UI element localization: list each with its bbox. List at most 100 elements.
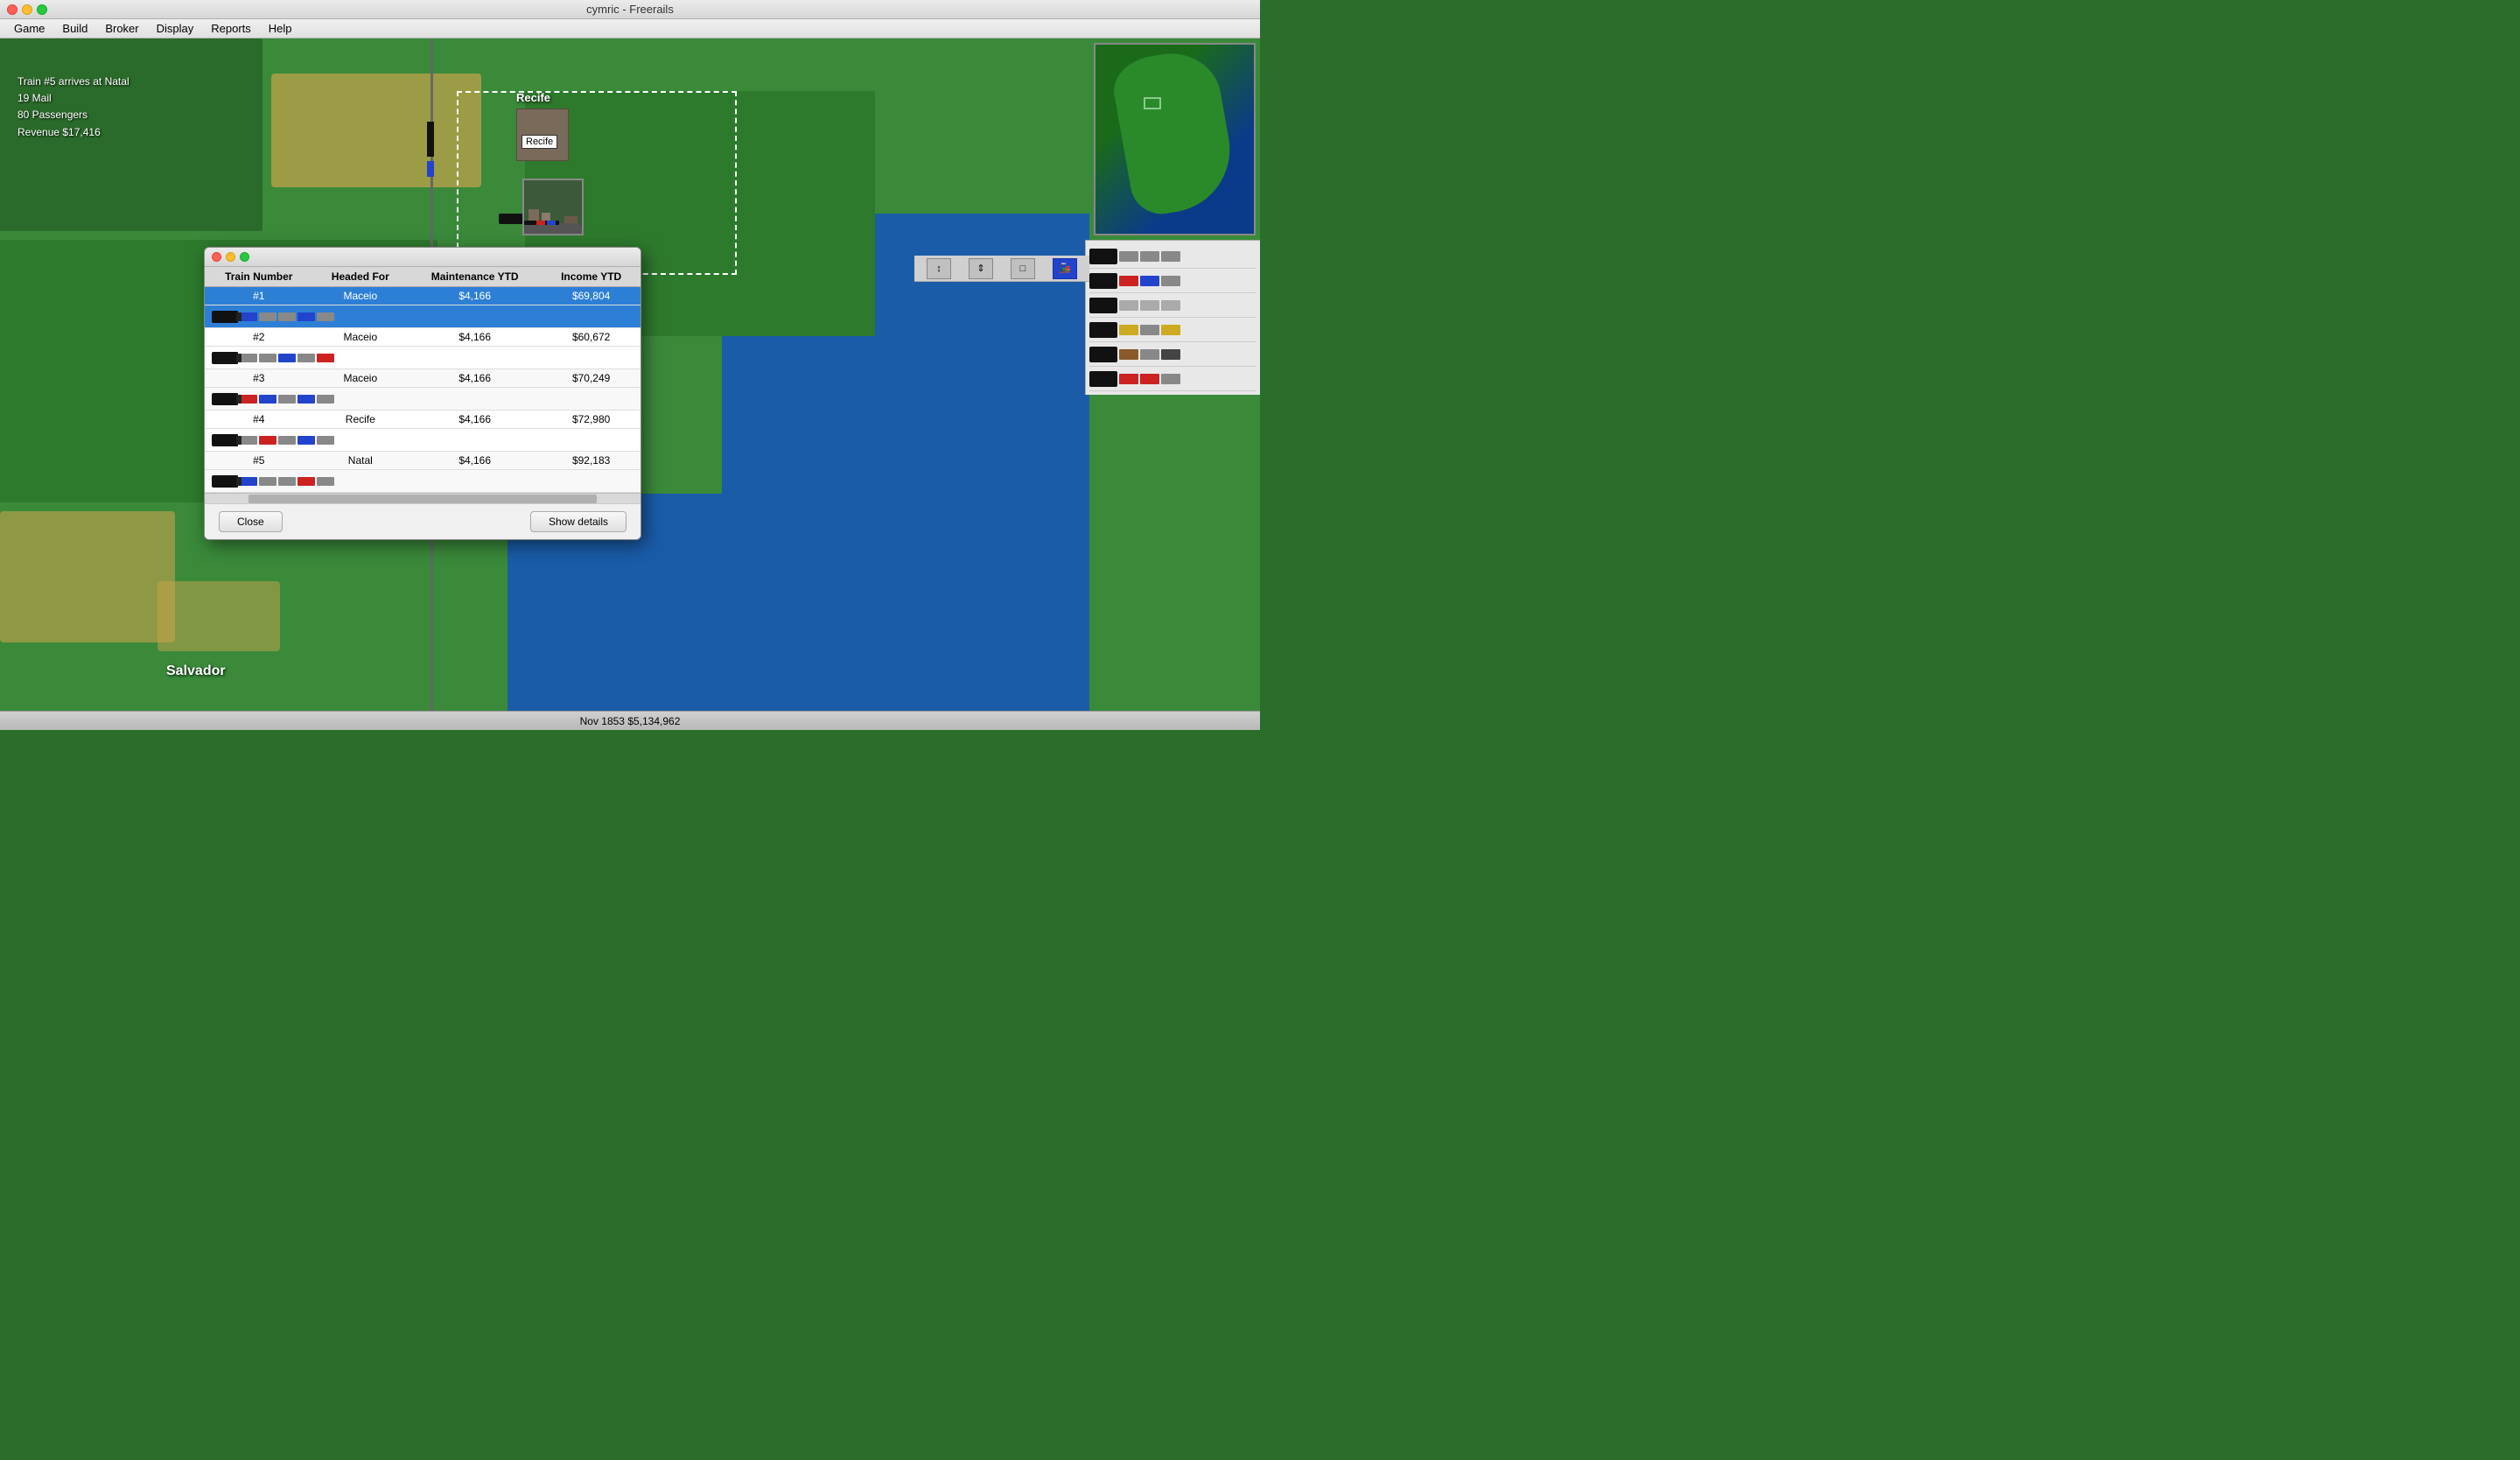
train-loco-2 xyxy=(1089,273,1117,289)
train-wagon xyxy=(259,436,276,445)
sandy-1 xyxy=(271,74,481,187)
notification-box: Train #5 arrives at Natal 19 Mail 80 Pas… xyxy=(18,74,130,141)
menu-display[interactable]: Display xyxy=(148,20,203,37)
train-panel-row-1 xyxy=(1089,244,1256,269)
train-car xyxy=(1140,300,1159,311)
train-loco-4 xyxy=(1089,322,1117,338)
train-wagon xyxy=(278,436,296,445)
nav-tool-4[interactable]: 🚂 xyxy=(1053,258,1077,279)
menu-broker[interactable]: Broker xyxy=(96,20,147,37)
train-wagon xyxy=(298,312,315,321)
train-car xyxy=(1119,300,1138,311)
close-button[interactable] xyxy=(7,4,18,15)
train-loco-1 xyxy=(1089,249,1117,264)
cell-income: $60,672 xyxy=(542,328,640,347)
train-sprite xyxy=(212,349,634,366)
sprite-cell xyxy=(205,305,640,328)
trains-table-container[interactable]: Train Number Headed For Maintenance YTD … xyxy=(205,267,640,493)
train-car xyxy=(1140,349,1159,360)
sprite-cell xyxy=(205,388,640,411)
sprite-cell xyxy=(205,429,640,452)
train-car xyxy=(1161,300,1180,311)
close-button[interactable]: Close xyxy=(219,511,283,532)
status-bar: Nov 1853 $5,134,962 xyxy=(0,711,1260,730)
table-row-sprite[interactable] xyxy=(205,429,640,452)
cell-maintenance: $4,166 xyxy=(408,369,542,388)
dialog-minimize-btn[interactable] xyxy=(226,252,235,262)
mini-map-display xyxy=(1096,45,1254,234)
h-scroll-thumb[interactable] xyxy=(248,495,597,503)
table-row[interactable]: #2 Maceio $4,166 $60,672 xyxy=(205,328,640,347)
dialog-traffic-lights xyxy=(212,252,249,262)
map-train-blue-car xyxy=(427,161,434,177)
train-wagon xyxy=(278,354,296,362)
menu-help[interactable]: Help xyxy=(260,20,301,37)
train-wagon xyxy=(317,436,334,445)
train-wagon xyxy=(278,477,296,486)
dialog-titlebar xyxy=(205,248,640,267)
train-car xyxy=(1161,276,1180,286)
cell-income: $92,183 xyxy=(542,452,640,470)
menu-build[interactable]: Build xyxy=(53,20,96,37)
trains-tbody: #1 Maceio $4,166 $69,804 #2 Maceio $4,16… xyxy=(205,287,640,493)
menu-game[interactable]: Game xyxy=(5,20,53,37)
train-locomotive xyxy=(212,311,238,323)
table-row-sprite[interactable] xyxy=(205,347,640,369)
trains-dialog[interactable]: Train Number Headed For Maintenance YTD … xyxy=(204,247,641,540)
table-row[interactable]: #3 Maceio $4,166 $70,249 xyxy=(205,369,640,388)
train-wagon xyxy=(278,395,296,404)
nav-tool-2[interactable]: ⇕ xyxy=(969,258,993,279)
train-car xyxy=(1161,251,1180,262)
cell-income: $70,249 xyxy=(542,369,640,388)
game-area[interactable]: Train #5 arrives at Natal 19 Mail 80 Pas… xyxy=(0,39,1260,730)
train-car xyxy=(1119,251,1138,262)
traffic-lights xyxy=(7,4,47,15)
nav-tool-1[interactable]: ↕ xyxy=(927,258,951,279)
horizontal-scrollbar[interactable] xyxy=(205,493,640,503)
train-car xyxy=(1119,374,1138,384)
train-car xyxy=(1161,325,1180,335)
train-car xyxy=(1140,276,1159,286)
train-wagon xyxy=(298,395,315,404)
cell-income: $69,804 xyxy=(542,287,640,305)
dialog-close-btn[interactable] xyxy=(212,252,221,262)
train-wagon xyxy=(317,477,334,486)
train-panel-row-2 xyxy=(1089,269,1256,293)
dialog-maximize-btn[interactable] xyxy=(240,252,249,262)
table-row-sprite[interactable] xyxy=(205,388,640,411)
train-car xyxy=(1119,325,1138,335)
table-row-sprite[interactable] xyxy=(205,305,640,328)
train-panel-row-6 xyxy=(1089,367,1256,391)
mini-map[interactable] xyxy=(1094,43,1256,235)
table-row[interactable]: #1 Maceio $4,166 $69,804 xyxy=(205,287,640,305)
train-wagon xyxy=(298,477,315,486)
train-locomotive xyxy=(212,475,238,488)
menu-bar: Game Build Broker Display Reports Help xyxy=(0,19,1260,39)
train-wagon xyxy=(317,312,334,321)
train-sprite xyxy=(212,308,634,325)
city-recife-tag: Recife xyxy=(522,135,557,149)
show-details-button[interactable]: Show details xyxy=(530,511,626,532)
table-header: Train Number Headed For Maintenance YTD … xyxy=(205,267,640,287)
train-car xyxy=(1140,325,1159,335)
train-locomotive xyxy=(212,352,238,364)
city-salvador-label: Salvador xyxy=(166,663,226,679)
train-car xyxy=(1140,374,1159,384)
maximize-button[interactable] xyxy=(37,4,47,15)
sprite-cell xyxy=(205,470,640,493)
nav-tool-3[interactable]: □ xyxy=(1011,258,1035,279)
train-wagon xyxy=(240,477,257,486)
table-row[interactable]: #5 Natal $4,166 $92,183 xyxy=(205,452,640,470)
recife-preview xyxy=(522,179,584,235)
col-income: Income YTD xyxy=(542,267,640,287)
notification-line1: Train #5 arrives at Natal xyxy=(18,74,130,90)
cell-headed-for: Maceio xyxy=(313,369,409,388)
table-row-sprite[interactable] xyxy=(205,470,640,493)
train-sprite xyxy=(212,390,634,407)
minimize-button[interactable] xyxy=(22,4,32,15)
train-car xyxy=(1119,349,1138,360)
table-row[interactable]: #4 Recife $4,166 $72,980 xyxy=(205,411,640,429)
status-text: Nov 1853 $5,134,962 xyxy=(580,715,681,727)
menu-reports[interactable]: Reports xyxy=(202,20,260,37)
cell-maintenance: $4,166 xyxy=(408,287,542,305)
